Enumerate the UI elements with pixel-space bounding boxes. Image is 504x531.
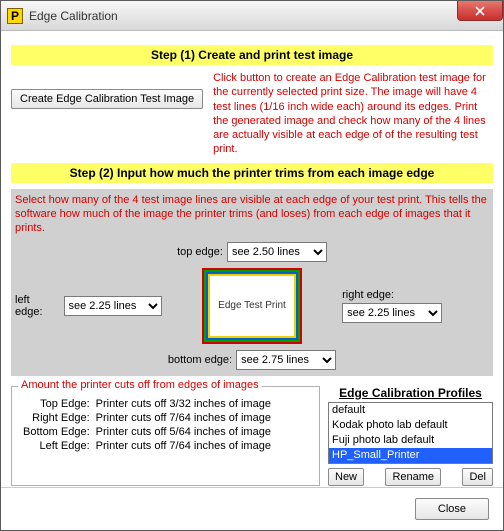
profile-rename-button[interactable]: Rename bbox=[385, 468, 441, 486]
profiles-title: Edge Calibration Profiles bbox=[328, 386, 493, 400]
footer: Close bbox=[1, 487, 503, 530]
profile-new-button[interactable]: New bbox=[328, 468, 364, 486]
bottom-edge-select[interactable]: see 2.75 lines bbox=[236, 350, 336, 370]
profile-delete-button[interactable]: Del bbox=[462, 468, 493, 486]
edge-calibration-window: P Edge Calibration Step (1) Create and p… bbox=[0, 0, 504, 531]
right-edge-select[interactable]: see 2.25 lines bbox=[342, 303, 442, 323]
cuts-legend: Amount the printer cuts off from edges o… bbox=[18, 379, 262, 391]
profiles-panel: Edge Calibration Profiles default Kodak … bbox=[328, 386, 493, 486]
top-edge-label: top edge: bbox=[177, 246, 223, 258]
step1-instructions: Click button to create an Edge Calibrati… bbox=[213, 71, 493, 157]
right-edge-label: right edge: bbox=[342, 289, 394, 301]
app-icon: P bbox=[7, 8, 23, 24]
create-test-image-button[interactable]: Create Edge Calibration Test Image bbox=[11, 89, 203, 109]
profiles-list[interactable]: default Kodak photo lab default Fuji pho… bbox=[328, 402, 493, 464]
edge-test-print-label: Edge Test Print bbox=[210, 276, 294, 336]
window-title: Edge Calibration bbox=[29, 9, 118, 23]
step2-header: Step (2) Input how much the printer trim… bbox=[11, 163, 493, 183]
list-item[interactable]: Kodak photo lab default bbox=[329, 418, 492, 433]
cuts-fieldset: Amount the printer cuts off from edges o… bbox=[11, 386, 320, 486]
list-item[interactable]: Fuji photo lab default bbox=[329, 433, 492, 448]
step2-box: Select how many of the 4 test image line… bbox=[11, 189, 493, 376]
titlebar: P Edge Calibration bbox=[1, 1, 503, 31]
list-item[interactable]: HP_Small_Printer bbox=[329, 448, 492, 463]
table-row: Right Edge:Printer cuts off 7/64 inches … bbox=[20, 411, 274, 425]
table-row: Left Edge:Printer cuts off 7/64 inches o… bbox=[20, 439, 274, 453]
bottom-edge-label: bottom edge: bbox=[168, 354, 232, 366]
step1-header: Step (1) Create and print test image bbox=[11, 45, 493, 65]
table-row: Bottom Edge:Printer cuts off 5/64 inches… bbox=[20, 425, 274, 439]
left-edge-label: left edge: bbox=[15, 294, 60, 318]
window-close-button[interactable] bbox=[457, 1, 503, 21]
list-item[interactable]: default bbox=[329, 403, 492, 418]
edge-test-print-preview: Edge Test Print bbox=[202, 268, 302, 344]
top-edge-select[interactable]: see 2.50 lines bbox=[227, 242, 327, 262]
left-edge-select[interactable]: see 2.25 lines bbox=[64, 296, 162, 316]
cuts-table: Top Edge:Printer cuts off 3/32 inches of… bbox=[20, 397, 274, 453]
step2-instructions: Select how many of the 4 test image line… bbox=[15, 193, 489, 236]
close-icon bbox=[475, 6, 485, 16]
content-area: Step (1) Create and print test image Cre… bbox=[1, 31, 503, 494]
close-button[interactable]: Close bbox=[415, 498, 489, 520]
table-row: Top Edge:Printer cuts off 3/32 inches of… bbox=[20, 397, 274, 411]
